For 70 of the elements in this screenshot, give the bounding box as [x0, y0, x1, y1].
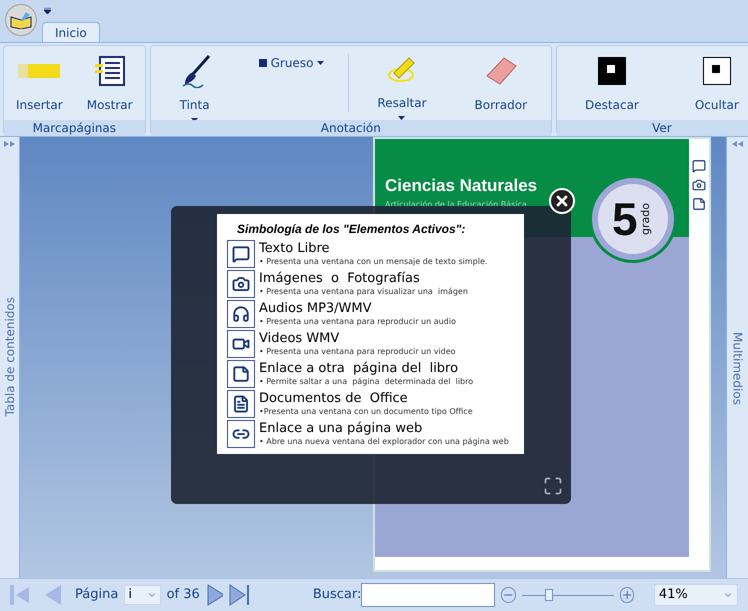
square-icon: [702, 57, 731, 85]
group-label: Marcapáginas: [4, 120, 145, 136]
collapse-icon[interactable]: [732, 141, 744, 147]
legend-item-title: Texto Libre: [259, 241, 331, 256]
ribbon-button[interactable]: Ocultar: [686, 46, 747, 120]
speech-bubble-icon[interactable]: [692, 159, 706, 173]
grade-number: 5: [612, 196, 638, 242]
headphones-icon: [227, 300, 255, 328]
legend-item-title: Videos WMV: [259, 331, 340, 346]
legend-item-description: • Abre una nueva ventana del explorador con una página web: [259, 436, 509, 447]
square-icon: [258, 59, 267, 67]
last-page-icon[interactable]: [229, 584, 249, 606]
fullscreen-icon: [543, 476, 563, 496]
zoom-dropdown[interactable]: 41%: [654, 584, 738, 606]
legend-item-description: • Presenta una ventana para visualizar una imágen: [259, 286, 468, 297]
legend-item-description: • Permite saltar a una página determinada del libro: [259, 376, 474, 387]
legend-item-title: Enlace a otra página del libro: [259, 361, 460, 376]
list-icon: [94, 56, 125, 86]
group-label: Anotación: [150, 120, 552, 136]
search-field[interactable]: [361, 583, 496, 607]
zoom-slider[interactable]: [522, 589, 614, 601]
ribbon-button[interactable]: Tinta: [166, 46, 223, 120]
expand-icon[interactable]: [4, 141, 16, 147]
app-button[interactable]: [5, 4, 37, 36]
highlighter-bar-icon: [18, 62, 60, 80]
legend-item-description: • Presenta una ventana para reproducir un video: [259, 346, 456, 357]
ribbon-button[interactable]: Resaltar: [369, 46, 435, 120]
camera-icon[interactable]: [692, 178, 706, 192]
search-label: Buscar:: [312, 586, 362, 604]
video-camera-icon: [227, 330, 255, 358]
ribbon-button[interactable]: Borrador: [466, 46, 536, 120]
next-page-icon[interactable]: [206, 584, 224, 606]
zoom-in-icon[interactable]: [620, 587, 634, 603]
panel-label: Tabla de contenidos: [2, 297, 18, 416]
page-icon[interactable]: [692, 197, 706, 211]
page-title: Ciencias Naturales: [385, 175, 538, 197]
legend-item-description: • Presenta una ventana para reproducir un audio: [259, 316, 456, 327]
panel-label: Multimedios: [730, 332, 746, 405]
ribbon-button[interactable]: Insertar: [8, 46, 71, 120]
ribbon-button[interactable]: Mostrar: [78, 46, 141, 120]
page-icon: [227, 360, 255, 388]
page-total: of 36: [166, 586, 200, 604]
group-label: Ver: [557, 120, 748, 136]
side-panel[interactable]: Tabla de contenidos: [0, 137, 20, 578]
legend-item-title: Audios MP3/WMV: [259, 301, 373, 316]
camera-icon: [227, 270, 255, 298]
page-dropdown[interactable]: i: [124, 585, 161, 605]
link-icon: [227, 420, 255, 448]
eraser-icon: [484, 56, 518, 86]
side-panel[interactable]: Multimedios: [726, 137, 748, 578]
legend-title: Simbología de los "Elementos Activos":: [237, 221, 466, 238]
highlighter-icon: [386, 55, 417, 85]
legend-item-title: Enlace a una página web: [259, 421, 424, 436]
legend-item-description: •Presenta una ventana con un documento tipo Office: [259, 406, 473, 417]
speech-bubble-icon: [227, 240, 255, 268]
legend-item-description: • Presenta una ventana con un mensaje de texto simple.: [259, 256, 488, 267]
ribbon-tab[interactable]: Inicio: [42, 22, 100, 42]
close-icon: [554, 193, 570, 209]
thickness-dropdown[interactable]: Grueso: [254, 54, 328, 72]
grade-word: grado: [638, 203, 653, 235]
page-label: Página: [75, 586, 118, 604]
document-icon: [227, 390, 255, 418]
legend-item-title: Documentos de Office: [259, 391, 409, 406]
book-icon: [10, 11, 32, 29]
square-icon: [598, 57, 626, 85]
legend-item-title: Imágenes o Fotografías: [259, 271, 421, 286]
zoom-out-icon[interactable]: [501, 587, 516, 603]
quick-access-caret-icon: [44, 8, 51, 14]
ribbon-button[interactable]: Destacar: [577, 46, 647, 120]
slider-thumb[interactable]: [545, 589, 554, 601]
